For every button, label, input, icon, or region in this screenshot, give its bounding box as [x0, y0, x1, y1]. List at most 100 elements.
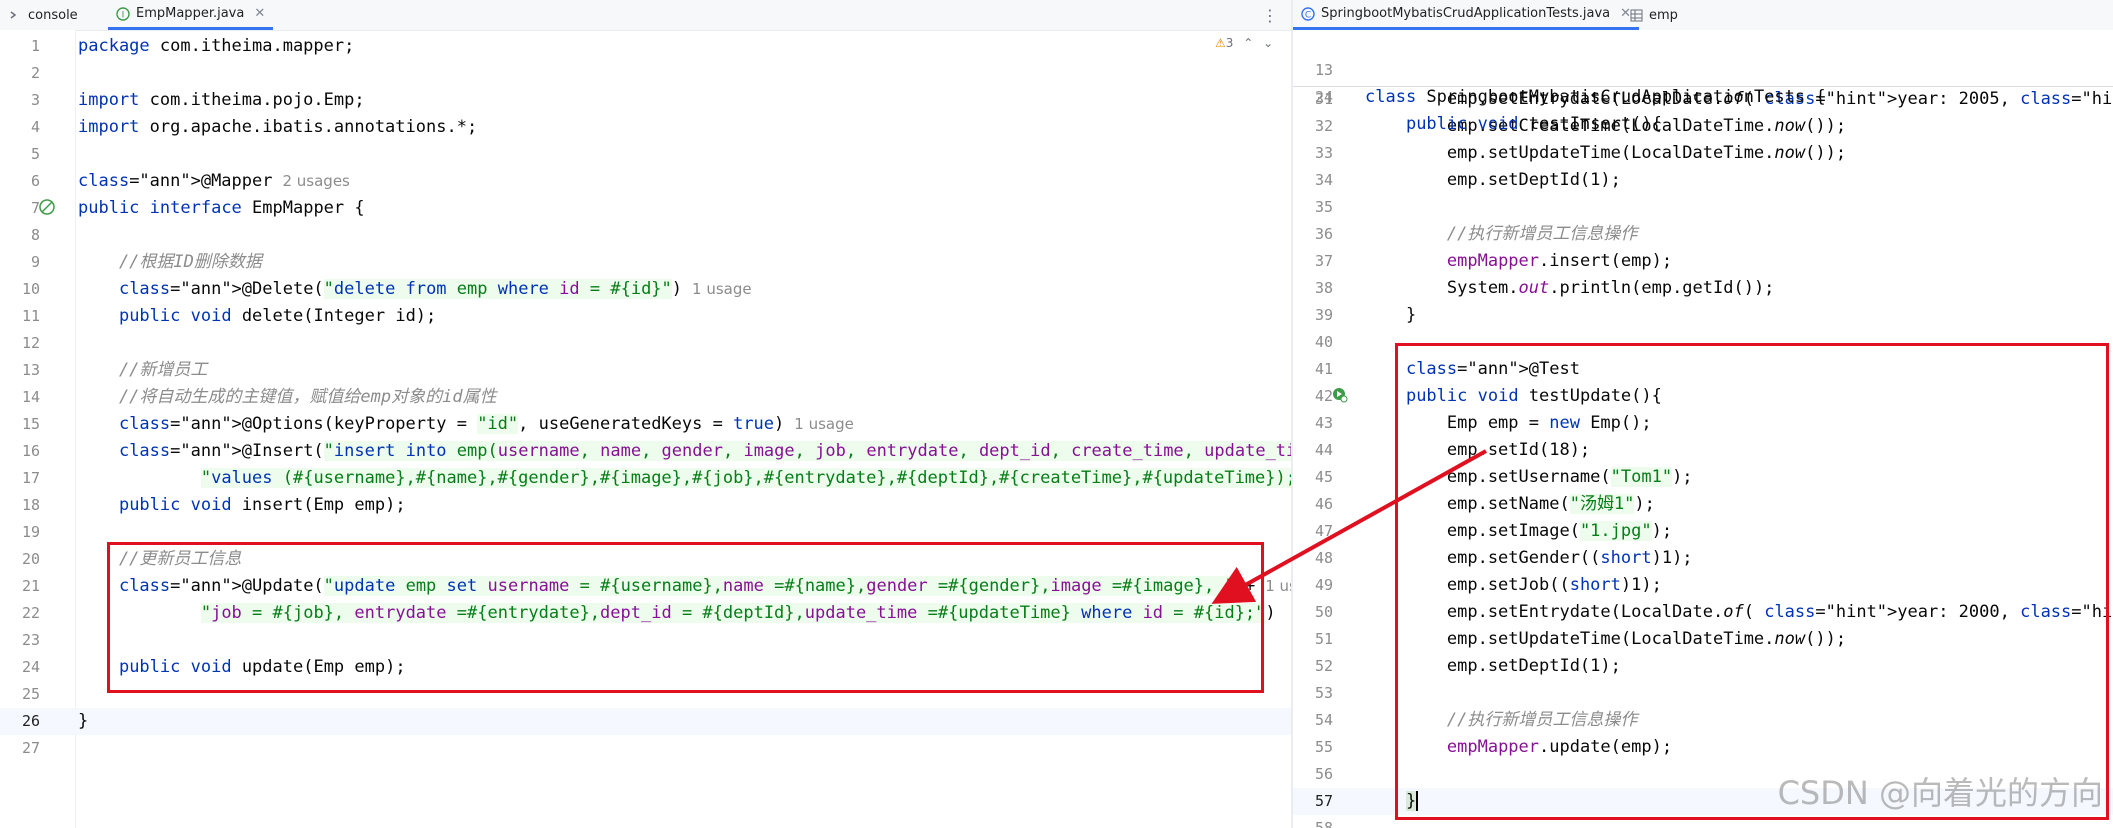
code-line[interactable]: 3 import com.itheima.pojo.Emp;: [0, 87, 1291, 114]
code-line[interactable]: 13 //新增员工: [0, 357, 1291, 384]
code-line[interactable]: 26}: [0, 708, 1291, 735]
code-line[interactable]: 35: [1293, 194, 2113, 221]
code-text: //新增员工: [78, 360, 208, 380]
code-line[interactable]: 38 System.out.println(emp.getId());: [1293, 275, 2113, 302]
code-line[interactable]: 6 class="ann">@Mapper 2 usages: [0, 168, 1291, 195]
code-text: //根据ID删除数据: [78, 252, 262, 272]
line-number[interactable]: 19: [0, 519, 40, 546]
line-number[interactable]: 1: [0, 33, 40, 60]
line-number[interactable]: 51: [1293, 626, 1333, 653]
code-line[interactable]: 5: [0, 141, 1291, 168]
line-number[interactable]: 40: [1293, 329, 1333, 356]
code-line[interactable]: 37 empMapper.insert(emp);: [1293, 248, 2113, 275]
line-number[interactable]: 3: [0, 87, 40, 114]
line-number[interactable]: 53: [1293, 680, 1333, 707]
line-number[interactable]: 38: [1293, 275, 1333, 302]
line-number[interactable]: 58: [1293, 815, 1333, 828]
line-number[interactable]: 15: [0, 411, 40, 438]
line-number[interactable]: 57: [1293, 788, 1333, 815]
right-editor-pane: C SpringbootMybatisCrudApplicationTests.…: [1293, 0, 2113, 828]
line-number[interactable]: 42: [1293, 383, 1333, 410]
line-number[interactable]: 52: [1293, 653, 1333, 680]
code-line[interactable]: 11 public void delete(Integer id);: [0, 303, 1291, 330]
line-number[interactable]: 17: [0, 465, 40, 492]
code-line[interactable]: 17 "values (#{username},#{name},#{gender…: [0, 465, 1291, 492]
code-line[interactable]: 14 //将自动生成的主键值，赋值给emp对象的id属性: [0, 384, 1291, 411]
highlight-box-testupdate: [1395, 343, 2109, 820]
code-line[interactable]: 34 emp.setDeptId(1);: [1293, 167, 2113, 194]
code-line[interactable]: 36 //执行新增员工信息操作: [1293, 221, 2113, 248]
line-number[interactable]: 44: [1293, 437, 1333, 464]
line-number[interactable]: 41: [1293, 356, 1333, 383]
line-number[interactable]: 18: [0, 492, 40, 519]
line-number[interactable]: 47: [1293, 518, 1333, 545]
line-number[interactable]: 46: [1293, 491, 1333, 518]
code-line[interactable]: 9 //根据ID删除数据: [0, 249, 1291, 276]
code-line[interactable]: 7 public interface EmpMapper {: [0, 195, 1291, 222]
code-line[interactable]: 10 class="ann">@Delete("delete from emp …: [0, 276, 1291, 303]
line-number[interactable]: 48: [1293, 545, 1333, 572]
tab-label: emp: [1649, 7, 1678, 23]
code-line[interactable]: 12: [0, 330, 1291, 357]
code-line[interactable]: 4 import org.apache.ibatis.annotations.*;: [0, 114, 1291, 141]
tab-console[interactable]: console: [0, 0, 86, 30]
highlight-box-update-annotation: [107, 542, 1264, 693]
line-number[interactable]: 7: [0, 195, 40, 222]
line-number[interactable]: 10: [0, 276, 40, 303]
tab-emp[interactable]: emp: [1621, 0, 1686, 30]
line-number[interactable]: 4: [0, 114, 40, 141]
tab-empmapper[interactable]: I EmpMapper.java ✕: [108, 0, 274, 30]
line-number[interactable]: 20: [0, 546, 40, 573]
line-number[interactable]: 34: [1293, 167, 1333, 194]
tab-application-tests[interactable]: C SpringbootMybatisCrudApplicationTests.…: [1293, 0, 1640, 30]
tab-label: SpringbootMybatisCrudApplicationTests.ja…: [1321, 6, 1611, 21]
line-number[interactable]: 36: [1293, 221, 1333, 248]
line-number[interactable]: 6: [0, 168, 40, 195]
usages-hint: 2 usages: [282, 172, 350, 190]
line-number[interactable]: 49: [1293, 572, 1333, 599]
code-line[interactable]: 39 }: [1293, 302, 2113, 329]
line-number[interactable]: 55: [1293, 734, 1333, 761]
line-number[interactable]: 45: [1293, 464, 1333, 491]
line-number[interactable]: 2: [0, 60, 40, 87]
line-number[interactable]: 54: [1293, 707, 1333, 734]
code-line[interactable]: 15 class="ann">@Options(keyProperty = "i…: [0, 411, 1291, 438]
line-number[interactable]: 22: [0, 600, 40, 627]
code-text: class="ann">@Insert("insert into emp(use…: [78, 438, 1291, 465]
line-number[interactable]: 25: [0, 681, 40, 708]
line-number[interactable]: 16: [0, 438, 40, 465]
line-number[interactable]: 26: [0, 708, 40, 735]
line-number[interactable]: 56: [1293, 761, 1333, 788]
line-number[interactable]: 39: [1293, 302, 1333, 329]
line-number[interactable]: 50: [1293, 599, 1333, 626]
line-number[interactable]: 9: [0, 249, 40, 276]
line-number[interactable]: 21: [0, 573, 40, 600]
tab-label: EmpMapper.java: [136, 6, 245, 21]
line-number[interactable]: 11: [0, 303, 40, 330]
line-number[interactable]: 23: [0, 627, 40, 654]
line-number[interactable]: 13: [0, 357, 40, 384]
code-line[interactable]: 27: [0, 735, 1291, 762]
line-number[interactable]: 14: [0, 384, 40, 411]
code-line[interactable]: 16 class="ann">@Insert("insert into emp(…: [0, 438, 1291, 465]
code-line: 24 public void testInsert(){: [1314, 88, 1662, 134]
code-text: }: [1365, 305, 1417, 325]
code-line[interactable]: 2: [0, 60, 1291, 87]
code-line[interactable]: 1 package com.itheima.mapper;: [0, 33, 1291, 60]
line-number[interactable]: 27: [0, 735, 40, 762]
line-number[interactable]: 8: [0, 222, 40, 249]
more-options-icon[interactable]: ⋮: [1262, 6, 1278, 25]
line-number[interactable]: 12: [0, 330, 40, 357]
line-number[interactable]: 5: [0, 141, 40, 168]
line-number[interactable]: 35: [1293, 194, 1333, 221]
line-number[interactable]: 24: [0, 654, 40, 681]
code-text: emp.setDeptId(1);: [1365, 170, 1621, 190]
code-text: class="ann">@Mapper 2 usages: [78, 171, 350, 191]
line-number[interactable]: 43: [1293, 410, 1333, 437]
code-line[interactable]: 33 emp.setUpdateTime(LocalDateTime.now()…: [1293, 140, 2113, 167]
close-icon[interactable]: ✕: [254, 6, 265, 21]
code-line[interactable]: 8: [0, 222, 1291, 249]
code-line[interactable]: 18 public void insert(Emp emp);: [0, 492, 1291, 519]
line-number[interactable]: 37: [1293, 248, 1333, 275]
code-text: public void insert(Emp emp);: [118, 495, 406, 515]
